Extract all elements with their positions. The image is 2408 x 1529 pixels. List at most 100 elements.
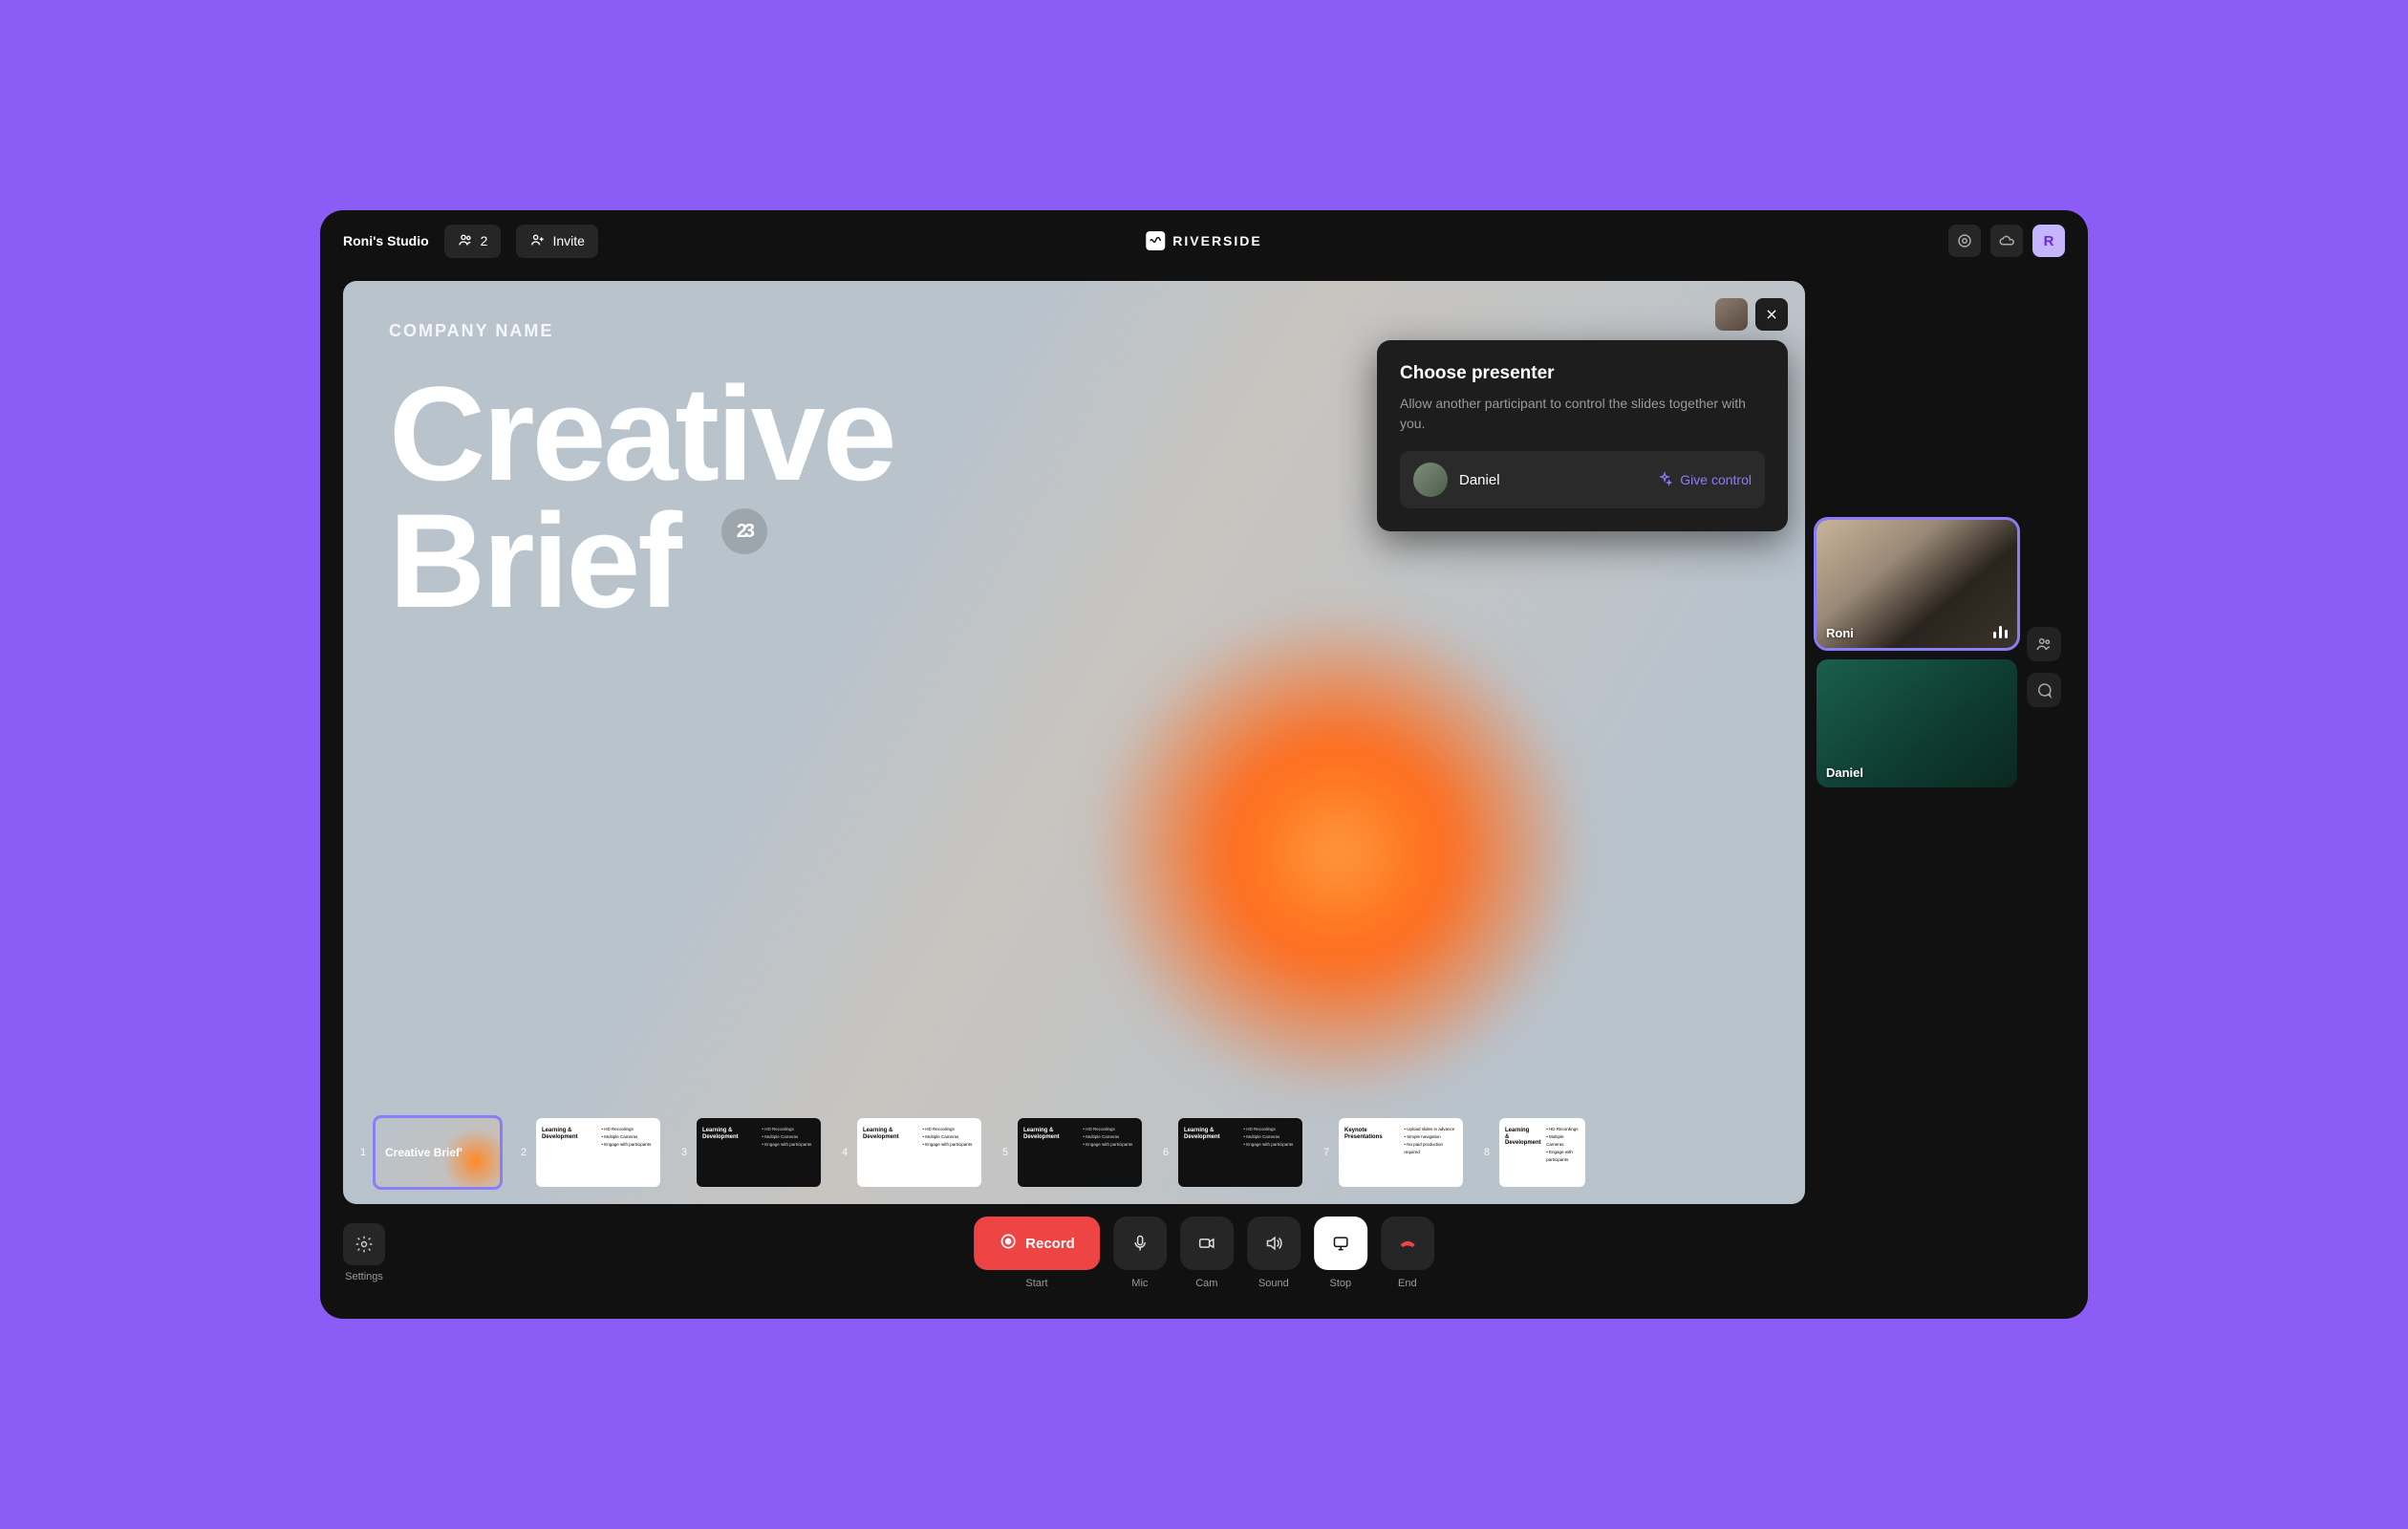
record-button[interactable]: Record (974, 1217, 1100, 1270)
sound-group: Sound (1247, 1217, 1301, 1289)
thumbnail-bullets: HD Recordings Multiple Cameras Engage wi… (916, 1118, 981, 1187)
brand-name: RIVERSIDE (1172, 233, 1261, 248)
participant-count-pill[interactable]: 2 (444, 225, 502, 258)
thumbnail-item-3: 3 Learning & Development HD Recordings M… (679, 1118, 821, 1187)
thumbnail-number: 4 (840, 1147, 849, 1158)
participant-tile-roni[interactable]: Roni (1817, 520, 2017, 648)
sound-button[interactable] (1247, 1217, 1301, 1270)
participant-stack: Roni Daniel (1817, 520, 2017, 1204)
thumbnail-item-7: 7 Keynote Presentations Upload slides in… (1322, 1118, 1463, 1187)
thumbnail-1-label: Creative Brief' (385, 1147, 462, 1159)
end-call-button[interactable] (1381, 1217, 1434, 1270)
settings-button[interactable] (343, 1223, 385, 1265)
thumbnail-title: Learning & Development (1178, 1118, 1237, 1187)
thumbnail-item-8: 8 Learning & Development HD Recordings M… (1482, 1118, 1585, 1187)
thumbnail-title: Learning & Development (1499, 1118, 1540, 1187)
record-status-button[interactable] (1948, 225, 1981, 257)
header-right: R (1948, 225, 2065, 257)
thumbnail-title: Learning & Development (1018, 1118, 1077, 1187)
avatar-initial: R (2044, 233, 2054, 249)
thumbnail-title: Keynote Presentations (1339, 1118, 1398, 1187)
stop-group: Stop (1314, 1217, 1367, 1289)
side-column: Roni Daniel (1817, 281, 2065, 1204)
end-label: End (1398, 1278, 1417, 1289)
stop-presenting-button[interactable] (1314, 1217, 1367, 1270)
popover-close-button[interactable] (1755, 298, 1788, 331)
cam-button[interactable] (1180, 1217, 1234, 1270)
thumbnail-7[interactable]: Keynote Presentations Upload slides in a… (1339, 1118, 1463, 1187)
thumbnail-8[interactable]: Learning & Development HD Recordings Mul… (1499, 1118, 1585, 1187)
slide-title-line2: Brief (389, 485, 679, 635)
side-actions (2027, 627, 2061, 1204)
end-group: End (1381, 1217, 1434, 1289)
thumbnail-bullets: HD Recordings Multiple Cameras Engage wi… (595, 1118, 660, 1187)
thumbnail-number: 5 (1000, 1147, 1010, 1158)
participant-count: 2 (481, 233, 488, 248)
choose-presenter-popover: Choose presenter Allow another participa… (1377, 340, 1788, 531)
invite-label: Invite (552, 233, 584, 248)
record-label: Record (1025, 1236, 1075, 1252)
thumbnail-1[interactable]: Creative Brief' (376, 1118, 500, 1187)
thumbnail-item-1: 1 Creative Brief' (358, 1118, 500, 1187)
thumbnail-4[interactable]: Learning & Development HD Recordings Mul… (857, 1118, 981, 1187)
sound-label: Sound (1258, 1278, 1289, 1289)
cam-label: Cam (1195, 1278, 1217, 1289)
audio-level-icon (1993, 626, 2008, 638)
thumbnail-bullets: HD Recordings Multiple Cameras Engage wi… (756, 1118, 821, 1187)
brand-icon (1146, 231, 1165, 250)
give-control-label: Give control (1680, 472, 1752, 487)
thumbnail-item-2: 2 Learning & Development HD Recordings M… (519, 1118, 660, 1187)
studio-name: Roni's Studio (343, 233, 429, 248)
thumbnail-number: 2 (519, 1147, 528, 1158)
thumbnail-2[interactable]: Learning & Development HD Recordings Mul… (536, 1118, 660, 1187)
invite-button[interactable]: Invite (516, 225, 597, 258)
settings-label: Settings (345, 1271, 383, 1282)
thumbnail-number: 1 (358, 1147, 368, 1158)
thumbnail-number: 8 (1482, 1147, 1492, 1158)
invite-icon (529, 232, 545, 250)
content-row: COMPANY NAME Creative Brief 23 Choos (320, 271, 2088, 1204)
cam-group: Cam (1180, 1217, 1234, 1289)
user-avatar-button[interactable]: R (2032, 225, 2065, 257)
participant-name: Daniel (1459, 472, 1645, 488)
thumbnail-number: 3 (679, 1147, 689, 1158)
thumbnail-5[interactable]: Learning & Development HD Recordings Mul… (1018, 1118, 1142, 1187)
slide-badge: 23 (721, 508, 767, 554)
thumbnail-title: Learning & Development (697, 1118, 756, 1187)
popover-participant-row: Daniel Give control (1400, 451, 1765, 508)
header-left: Roni's Studio 2 Invite (343, 225, 598, 258)
thumbnail-item-4: 4 Learning & Development HD Recordings M… (840, 1118, 981, 1187)
cloud-button[interactable] (1990, 225, 2023, 257)
thumbnail-title: Learning & Development (536, 1118, 595, 1187)
chat-panel-button[interactable] (2027, 673, 2061, 707)
thumbnail-number: 7 (1322, 1147, 1331, 1158)
sparkle-icon (1657, 471, 1672, 489)
people-icon (458, 232, 473, 250)
record-group: Record Start (974, 1217, 1100, 1289)
thumbnail-3[interactable]: Learning & Development HD Recordings Mul… (697, 1118, 821, 1187)
give-control-button[interactable]: Give control (1657, 471, 1752, 489)
stop-label: Stop (1330, 1278, 1352, 1289)
thumbnail-6[interactable]: Learning & Development HD Recordings Mul… (1178, 1118, 1302, 1187)
brand: RIVERSIDE (1146, 231, 1261, 250)
participant-tile-name: Roni (1826, 626, 1854, 640)
slide-company-label: COMPANY NAME (389, 321, 1759, 341)
start-label: Start (1025, 1278, 1047, 1289)
record-icon (999, 1232, 1018, 1255)
mic-label: Mic (1131, 1278, 1148, 1289)
mic-group: Mic (1113, 1217, 1167, 1289)
popover-anchor-avatar (1715, 298, 1748, 331)
participant-tile-daniel[interactable]: Daniel (1817, 659, 2017, 787)
thumbnail-bullets: HD Recordings Multiple Cameras Engage wi… (1237, 1118, 1302, 1187)
mic-button[interactable] (1113, 1217, 1167, 1270)
thumbnail-bullets: HD Recordings Multiple Cameras Engage wi… (1540, 1118, 1585, 1187)
thumbnail-title: Learning & Development (857, 1118, 916, 1187)
thumbnail-strip: 1 Creative Brief' 2 Learning & Developme… (343, 1105, 1805, 1204)
popover-anchor (1715, 298, 1788, 331)
slide-gradient-glow (1089, 604, 1586, 1101)
thumbnail-bullets: Upload slides in advance Simple navigati… (1398, 1118, 1463, 1187)
popover-description: Allow another participant to control the… (1400, 394, 1765, 434)
header: Roni's Studio 2 Invite RIVERSIDE (320, 210, 2088, 271)
participants-panel-button[interactable] (2027, 627, 2061, 661)
slide-area: COMPANY NAME Creative Brief 23 Choos (343, 281, 1805, 1204)
